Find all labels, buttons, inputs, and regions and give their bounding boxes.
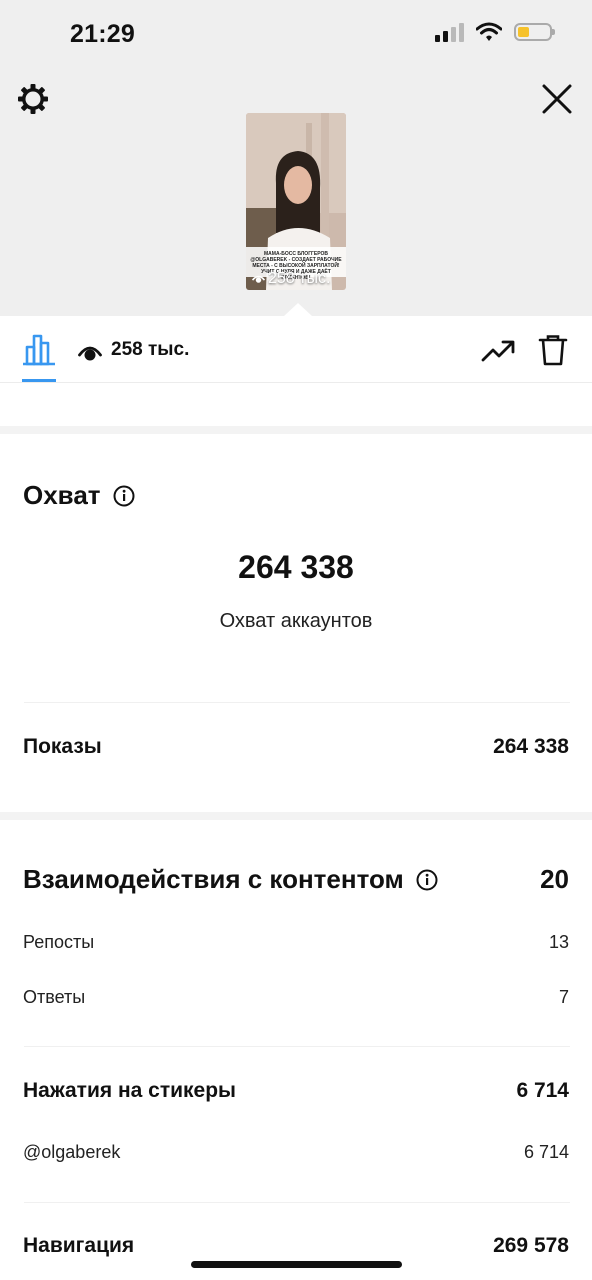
views-count: 258 тыс. [111,339,190,360]
section-divider [0,426,592,434]
info-icon[interactable] [113,485,135,507]
eye-icon [78,346,102,361]
divider [24,1202,570,1203]
battery-icon [514,23,555,41]
wifi-icon [476,22,502,41]
navigation-label: Навигация [23,1234,135,1257]
status-time: 21:29 [70,20,135,48]
interactions-title: Взаимодействия с контентом [23,864,404,894]
close-icon[interactable] [540,82,574,116]
story-thumbnail[interactable]: МАМА-БОСС БЛОГГЕРОВ @OLGABEREK - СОЗДАЕТ… [246,113,346,290]
reposts-value: 13 [548,932,569,952]
reposts-label: Репосты [23,932,95,952]
thumbnail-views-count: 258 тыс. [268,270,331,287]
replies-label: Ответы [23,987,86,1007]
replies-value: 7 [558,987,569,1007]
trash-icon[interactable] [538,334,568,366]
settings-gear-icon[interactable] [16,82,50,116]
sticker-account-value: 6 714 [523,1142,569,1162]
sticker-taps-value: 6 714 [516,1079,569,1102]
sticker-taps-label: Нажатия на стикеры [23,1079,236,1102]
trending-up-icon[interactable] [481,338,515,364]
navigation-value: 269 578 [493,1234,569,1257]
cellular-signal-icon [435,22,464,42]
info-icon[interactable] [416,869,438,891]
reach-label: Охват аккаунтов [219,610,373,632]
insights-tabbar: 258 тыс. [0,316,592,383]
interactions-value: 20 [540,864,569,894]
interactions-title-row: Взаимодействия с контентом [23,864,438,895]
divider [24,702,570,703]
section-divider [0,812,592,820]
eye-icon [252,275,265,283]
impressions-label: Показы [23,735,102,758]
thumbnail-views: 258 тыс. [252,270,330,288]
impressions-value: 264 338 [493,735,569,758]
sticker-account-label: @olgaberek [23,1142,121,1162]
home-indicator[interactable] [191,1261,402,1268]
bar-chart-icon[interactable] [22,333,56,367]
reach-title: Охват [23,480,101,510]
status-icons [435,22,555,42]
reach-value: 264 338 [238,549,354,585]
divider [24,1046,570,1047]
thumbnail-pointer [284,303,312,316]
active-tab-indicator [22,379,56,382]
reach-section-title: Охват [23,480,135,511]
